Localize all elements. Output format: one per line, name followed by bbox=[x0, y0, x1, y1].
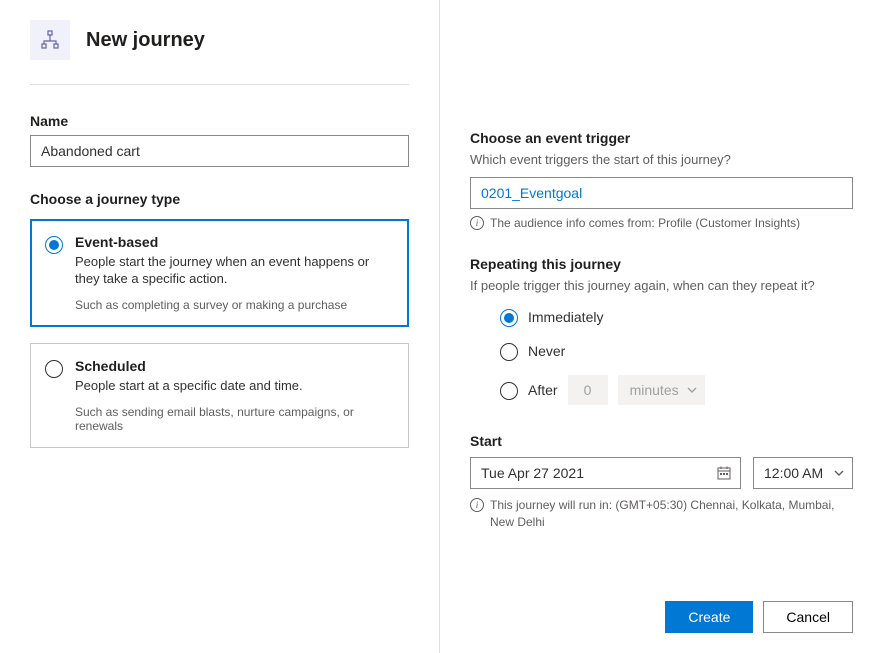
chevron-down-icon bbox=[834, 470, 844, 476]
cancel-button[interactable]: Cancel bbox=[763, 601, 853, 633]
repeat-option-never[interactable]: Never bbox=[500, 341, 853, 361]
card-desc: People start the journey when an event h… bbox=[75, 254, 392, 288]
trigger-desc: Which event triggers the start of this j… bbox=[470, 152, 853, 167]
repeat-desc: If people trigger this journey again, wh… bbox=[470, 278, 853, 293]
radio-event-based[interactable] bbox=[45, 236, 63, 254]
journey-type-scheduled[interactable]: Scheduled People start at a specific dat… bbox=[30, 343, 409, 448]
after-unit-select[interactable]: minutes bbox=[618, 375, 705, 405]
calendar-icon bbox=[716, 465, 732, 481]
card-title: Event-based bbox=[75, 234, 392, 250]
after-value-input[interactable]: 0 bbox=[568, 375, 608, 405]
card-hint: Such as sending email blasts, nurture ca… bbox=[75, 405, 392, 433]
start-time-input[interactable]: 12:00 AM bbox=[753, 457, 853, 489]
tz-info: i This journey will run in: (GMT+05:30) … bbox=[470, 497, 853, 531]
start-label: Start bbox=[470, 433, 853, 449]
journey-type-label: Choose a journey type bbox=[30, 191, 409, 207]
repeat-option-after[interactable]: After 0 minutes bbox=[500, 375, 853, 405]
card-desc: People start at a specific date and time… bbox=[75, 378, 392, 395]
create-button[interactable]: Create bbox=[665, 601, 753, 633]
radio-never[interactable] bbox=[500, 343, 518, 361]
repeat-label: Repeating this journey bbox=[470, 256, 853, 272]
dialog-header: New journey bbox=[30, 20, 409, 85]
trigger-info: i The audience info comes from: Profile … bbox=[470, 215, 853, 232]
info-icon: i bbox=[470, 498, 484, 512]
trigger-label: Choose an event trigger bbox=[470, 130, 853, 146]
radio-immediately[interactable] bbox=[500, 309, 518, 327]
sitemap-icon bbox=[30, 20, 70, 60]
card-hint: Such as completing a survey or making a … bbox=[75, 298, 392, 312]
journey-type-event-based[interactable]: Event-based People start the journey whe… bbox=[30, 219, 409, 327]
repeat-option-immediately[interactable]: Immediately bbox=[500, 307, 853, 327]
event-trigger-input[interactable] bbox=[470, 177, 853, 209]
radio-after[interactable] bbox=[500, 382, 518, 400]
page-title: New journey bbox=[86, 29, 205, 52]
card-title: Scheduled bbox=[75, 358, 392, 374]
chevron-down-icon bbox=[687, 387, 697, 393]
start-date-input[interactable]: Tue Apr 27 2021 bbox=[470, 457, 741, 489]
journey-name-input[interactable] bbox=[30, 135, 409, 167]
info-icon: i bbox=[470, 216, 484, 230]
name-label: Name bbox=[30, 113, 409, 129]
radio-scheduled[interactable] bbox=[45, 360, 63, 378]
